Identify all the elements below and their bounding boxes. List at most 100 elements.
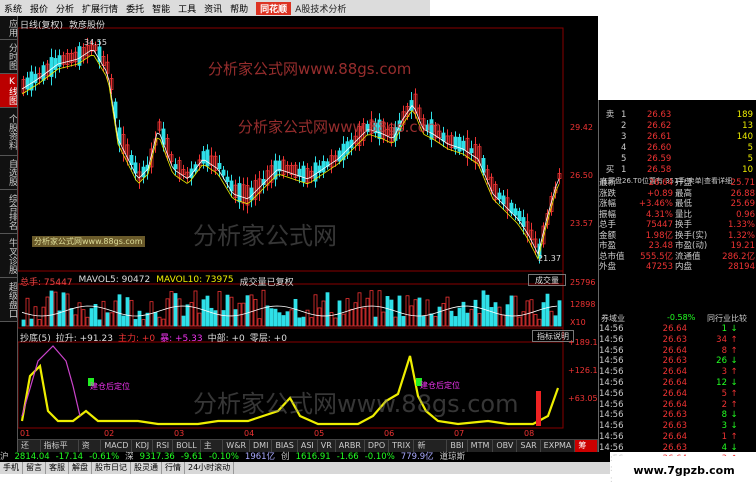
volume-bar — [29, 318, 34, 327]
menu-trade[interactable]: 委托 — [122, 2, 148, 15]
tab-22[interactable]: 筹码 — [575, 440, 598, 462]
volume-bar — [165, 298, 170, 327]
indicator-name: 抄底(5) — [20, 334, 51, 344]
orderbook-row[interactable]: 5 26.59 5 — [599, 154, 756, 165]
orderbook-row[interactable]: 3 26.61 140 — [599, 132, 756, 143]
bottom-item[interactable]: 24小时滚动 — [185, 462, 235, 474]
menu-extended[interactable]: 扩展行情 — [78, 2, 122, 15]
candle-body — [321, 161, 326, 173]
signal-label: 建仓后定位 — [420, 381, 460, 390]
volume-bar — [429, 313, 434, 327]
x-axis-label: 06 — [384, 429, 395, 438]
fundamental-k1: 总手 — [599, 220, 617, 230]
tick-row: 14:56 26.64 8 ↑ — [599, 346, 756, 357]
tab-13[interactable]: ARBR — [335, 440, 365, 452]
indicator-axis-label: +63.05 — [568, 394, 598, 403]
fundamental-v2: 28194 — [727, 262, 755, 272]
tab-10[interactable]: BIAS — [272, 440, 298, 452]
orderbook-row[interactable]: 买 1 26.58 10 — [599, 165, 756, 176]
bottom-item[interactable]: 客服 — [46, 462, 69, 474]
tab-18[interactable]: MTM — [467, 440, 494, 452]
menu-system[interactable]: 系统 — [0, 2, 26, 15]
tab-15[interactable]: TRIX — [389, 440, 415, 452]
nav-profile[interactable]: 个股资料 — [0, 108, 17, 156]
nav-watchlist[interactable]: 自选股 — [0, 156, 17, 190]
candle-body — [457, 136, 462, 152]
volume-bar — [509, 295, 514, 327]
nav-timeshare[interactable]: 分时图 — [0, 40, 17, 74]
industry-compare-link[interactable]: 同行业比较 — [707, 313, 747, 324]
tab-17[interactable]: BBI — [447, 440, 468, 452]
volume-button[interactable]: 成交量 — [528, 274, 566, 286]
tick-row: 14:56 26.64 1 ↓ — [599, 324, 756, 335]
tab-1[interactable]: 指标平台 — [40, 440, 79, 462]
indicator-item: 拉升: +91.23 — [55, 334, 113, 344]
tab-20[interactable]: SAR — [517, 440, 541, 452]
tab-21[interactable]: EXPMA — [540, 440, 576, 452]
menu-analysis[interactable]: 分析 — [52, 2, 78, 15]
volume-bar — [477, 313, 482, 327]
tab-14[interactable]: DPO — [364, 440, 390, 452]
volume-bar — [405, 295, 410, 327]
tab-0[interactable]: 还手 — [18, 440, 41, 462]
volume-bar — [357, 292, 362, 327]
tick-tp: 26.64 — [662, 345, 687, 356]
fundamental-v1: +3.46% — [638, 199, 673, 209]
cy-index: 1616.91 — [295, 452, 331, 462]
nav-superbook[interactable]: 超级盘口 — [0, 278, 17, 322]
fundamental-row: 最新 26.64 开盘 25.71 — [599, 178, 756, 189]
tab-4[interactable]: KDJ — [132, 440, 154, 452]
tab-5[interactable]: RSI — [153, 440, 174, 452]
bottom-item[interactable]: 手机 — [0, 462, 23, 474]
nav-kline[interactable]: K线图 — [0, 74, 17, 108]
bottom-item[interactable]: 留言 — [23, 462, 46, 474]
orderbook-row[interactable]: 2 26.62 13 — [599, 121, 756, 132]
nav-app[interactable]: 应用 — [0, 16, 17, 40]
menu-quote[interactable]: 报价 — [26, 2, 52, 15]
chart-area[interactable]: 日线(复权) 敦彦股份 分析家公式网www.88gs.com 分析家公式网www.… — [18, 16, 598, 462]
menu-help[interactable]: 帮助 — [226, 2, 252, 15]
nav-diagnose[interactable]: 牛叉诊股 — [0, 234, 17, 278]
fundamental-k1: 总市值 — [599, 251, 625, 262]
tab-9[interactable]: DMI — [250, 440, 273, 452]
fundamental-v1: +0.89 — [646, 188, 673, 199]
bottom-item[interactable]: 行情 — [162, 462, 185, 474]
nav-ranking[interactable]: 综合排名 — [0, 190, 17, 234]
tab-11[interactable]: ASI — [297, 440, 318, 452]
tab-12[interactable]: VR — [317, 440, 336, 452]
volume-axis-label: 12898 — [570, 300, 596, 309]
volume-bar — [345, 298, 350, 327]
tick-tv: 2 — [721, 399, 727, 410]
dow-label[interactable]: 道琼斯 — [440, 452, 466, 462]
volume-bar — [353, 302, 358, 327]
fundamental-v1: 47253 — [645, 262, 673, 272]
menu-tools[interactable]: 工具 — [174, 2, 200, 15]
candle-body — [513, 208, 518, 216]
tab-16[interactable]: 新DMA — [414, 440, 448, 462]
volume-bar — [209, 307, 214, 327]
orderbook-row[interactable]: 卖 1 26.63 189 — [599, 110, 756, 121]
tab-8[interactable]: W&R — [223, 440, 251, 452]
volume-bar — [137, 310, 142, 327]
tab-7[interactable]: 主力 — [200, 440, 224, 462]
bottom-item[interactable]: 股灵通 — [131, 462, 162, 474]
volume-bar — [377, 290, 382, 327]
menu-smart[interactable]: 智能 — [148, 2, 174, 15]
period-label: 日线(复权) — [20, 21, 64, 31]
orderbook-row[interactable]: 4 26.60 5 — [599, 143, 756, 154]
bottom-item[interactable]: 股市日记 — [92, 462, 131, 474]
candle-body — [201, 151, 206, 164]
tab-6[interactable]: BOLL — [173, 440, 201, 452]
volume-bar — [201, 299, 206, 327]
menu-news[interactable]: 资讯 — [200, 2, 226, 15]
tick-row: 14:56 26.63 34 ↑ — [599, 335, 756, 346]
tab-2[interactable]: 资讯 — [78, 440, 102, 462]
bottom-item[interactable]: 解盘 — [69, 462, 92, 474]
price-axis-label: 26.50 — [570, 171, 593, 180]
tab-19[interactable]: OBV — [493, 440, 518, 452]
volume-bar — [441, 302, 446, 327]
volume-bar — [221, 310, 226, 327]
tick-row: 14:56 26.63 4 ↓ — [599, 443, 756, 454]
volume-bar — [193, 290, 198, 327]
tab-3[interactable]: MACD — [101, 440, 133, 452]
